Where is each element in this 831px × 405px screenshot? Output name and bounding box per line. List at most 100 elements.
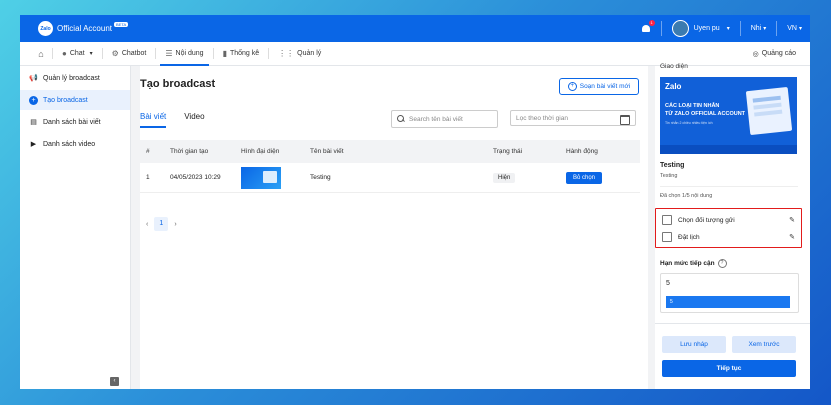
sidebar-item-create-broadcast[interactable]: + Tạo broadcast: [20, 90, 130, 110]
banner-line: TỪ ZALO OFFICIAL ACCOUNT: [665, 111, 746, 117]
list-icon: ☰: [165, 49, 173, 58]
divider: [776, 21, 778, 36]
status-badge: Hiện: [493, 173, 516, 183]
divider: [739, 21, 741, 36]
column-header: Tên bài viết: [310, 148, 344, 155]
article-preview-banner: Zalo CÁC LOẠI TIN NHẮN TỪ ZALO OFFICIAL …: [660, 77, 797, 154]
divider: [660, 21, 662, 36]
panel-header: Giao diện: [660, 63, 688, 70]
article-title: Testing: [660, 162, 685, 169]
tab-label: Quản lý: [297, 50, 322, 57]
bar-chart-icon: ▮: [222, 49, 227, 58]
sidebar-item-article-list[interactable]: ▤ Danh sách bài viết: [20, 112, 130, 132]
column-header: Trạng thái: [493, 148, 523, 155]
option-label: Đặt lịch: [678, 233, 700, 241]
tab-articles[interactable]: Bài viết: [140, 112, 167, 128]
top-right-controls: 1 Uyen pu ▾ Nhi ▾ VN ▾: [641, 15, 802, 42]
tab-videos[interactable]: Video: [184, 112, 204, 128]
tab-label: Chat: [69, 50, 85, 57]
column-header: Thời gian tạo: [170, 148, 209, 155]
tab-chat[interactable]: ● Chat ▾: [53, 42, 102, 65]
column-header: #: [146, 148, 150, 155]
ads-icon: ◎: [752, 50, 759, 58]
option-select-recipients[interactable]: Chọn đối tượng gửi ✎: [662, 214, 795, 226]
top-bar: Zalo Official Account BETA 1 Uyen pu ▾ N…: [20, 15, 810, 42]
option-schedule[interactable]: Đặt lịch ✎: [662, 231, 795, 243]
sidebar-item-label: Tạo broadcast: [43, 96, 88, 104]
date-filter-input[interactable]: Lọc theo thời gian: [510, 110, 636, 126]
pencil-icon[interactable]: ✎: [789, 233, 795, 241]
banner-line: CÁC LOẠI TIN NHẮN: [665, 103, 720, 109]
continue-button[interactable]: Tiếp tục: [662, 360, 796, 377]
logo-text: Official Account: [57, 24, 112, 33]
zalo-oa-logo[interactable]: Zalo Official Account BETA: [38, 21, 129, 36]
chevron-down-icon: ▾: [726, 26, 730, 32]
highlight-box: Chọn đối tượng gửi ✎ Đặt lịch ✎: [655, 208, 802, 248]
deselect-button[interactable]: Bỏ chọn: [566, 171, 603, 184]
page-current[interactable]: 1: [154, 217, 169, 231]
tab-label: Thống kê: [229, 50, 260, 57]
main-content: Tạo broadcast + Soạn bài viết mới Bài vi…: [140, 66, 648, 389]
region-value: Nhi: [750, 25, 762, 32]
sidebar-item-video-list[interactable]: ▶ Danh sách video: [20, 134, 130, 154]
search-input[interactable]: Search tên bài viết: [391, 110, 498, 128]
reach-limit-label: Hạn mức tiếp cận ?: [660, 259, 727, 268]
collapse-sidebar-icon[interactable]: ‹: [110, 377, 119, 386]
sidebar-item-manage-broadcast[interactable]: 📢 Quản lý broadcast: [20, 68, 130, 88]
next-page-icon[interactable]: ›: [174, 221, 176, 228]
chat-icon: ●: [62, 49, 67, 58]
banner-strip: [660, 145, 797, 154]
document-icon: ▤: [30, 119, 37, 126]
sidebar-item-label: Danh sách video: [43, 140, 96, 148]
tab-content[interactable]: ☰ Nội dung: [156, 42, 212, 66]
page-title: Tạo broadcast: [140, 78, 216, 90]
option-label: Chọn đối tượng gửi: [678, 216, 735, 224]
selected-count: Đã chọn 1/5 nội dung: [660, 193, 713, 199]
reach-bar: 5: [666, 296, 790, 308]
plus-circle-icon: +: [567, 82, 577, 91]
banner-line: Tin nhắn 2 chiều nhiều tiện ích: [665, 121, 713, 125]
compose-article-button[interactable]: + Soạn bài viết mới: [559, 78, 639, 95]
user-name: Uyen pu: [693, 25, 720, 32]
pagination: ‹ 1 ›: [146, 217, 177, 231]
gutter: [648, 66, 655, 389]
prev-page-icon[interactable]: ‹: [146, 221, 148, 228]
phone-mockup-image: [745, 86, 793, 136]
banner-logo: Zalo: [665, 82, 682, 91]
language-select[interactable]: VN ▾: [787, 25, 802, 32]
notification-count-badge: 1: [648, 19, 655, 26]
divider: [660, 186, 798, 187]
tab-statistics[interactable]: ▮ Thống kê: [214, 42, 269, 65]
region-select[interactable]: Nhi ▾: [751, 25, 767, 32]
user-menu[interactable]: Uyen pu ▾: [671, 20, 730, 37]
home-icon[interactable]: ⌂: [30, 49, 52, 59]
column-header: Hành động: [566, 148, 598, 155]
ads-label: Quảng cáo: [761, 50, 796, 57]
sidebar-item-label: Quản lý broadcast: [43, 74, 100, 82]
pencil-icon[interactable]: ✎: [789, 216, 795, 224]
main-nav: ⌂ ● Chat ▾ ⚙ Chatbot ☰ Nội dung ▮ Thống …: [20, 42, 810, 66]
article-subtitle: Testing: [660, 173, 678, 179]
checkbox[interactable]: [662, 215, 672, 225]
grid-icon: ⋮⋮: [278, 49, 295, 58]
column-header: Hình đại diện: [241, 148, 280, 155]
checkbox[interactable]: [662, 232, 672, 242]
thumbnail-cell: [241, 166, 310, 189]
tab-chatbot[interactable]: ⚙ Chatbot: [103, 42, 156, 65]
articles-table: # Thời gian tạo Hình đại diện Tên bài vi…: [140, 140, 640, 193]
preview-button[interactable]: Xem trước: [732, 336, 796, 353]
notification-bell-icon[interactable]: 1: [641, 19, 655, 34]
tab-label: Nội dung: [175, 50, 204, 57]
language-value: VN: [787, 25, 797, 32]
divider: [655, 323, 810, 324]
save-draft-button[interactable]: Lưu nháp: [662, 336, 726, 353]
gutter: [131, 66, 140, 389]
zalo-logo-icon: Zalo: [38, 21, 53, 36]
tab-management[interactable]: ⋮⋮ Quản lý: [269, 42, 330, 65]
help-icon[interactable]: ?: [717, 259, 727, 268]
ads-link[interactable]: ◎ Quảng cáo: [753, 42, 796, 65]
search-icon: [397, 115, 405, 123]
compose-label: Soạn bài viết mới: [579, 83, 631, 90]
reach-label-text: Hạn mức tiếp cận: [660, 260, 715, 267]
table-header: # Thời gian tạo Hình đại diện Tên bài vi…: [140, 140, 640, 163]
